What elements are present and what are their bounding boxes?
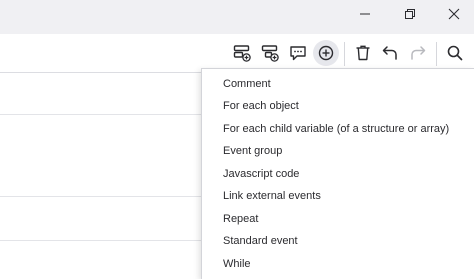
- minimize-icon: [360, 13, 370, 15]
- add-comment-button[interactable]: [285, 40, 311, 66]
- event-row-divider: [0, 114, 205, 115]
- toolbar-separator: [436, 42, 437, 66]
- search-button[interactable]: [442, 40, 468, 66]
- close-icon: [448, 8, 460, 20]
- undo-icon: [382, 46, 397, 60]
- add-comment-icon: [290, 46, 306, 61]
- menu-item-link-external-events[interactable]: Link external events: [223, 185, 321, 207]
- restore-button[interactable]: [393, 0, 427, 28]
- add-event-icon: [233, 45, 251, 62]
- menu-item-event-group[interactable]: Event group: [223, 140, 282, 162]
- delete-button[interactable]: [350, 40, 376, 66]
- event-row-divider: [0, 196, 205, 197]
- menu-item-for-each-child-variable[interactable]: For each child variable (of a structure …: [223, 118, 449, 140]
- redo-button[interactable]: [405, 40, 431, 66]
- add-other-button[interactable]: [313, 40, 339, 66]
- menu-item-javascript-code[interactable]: Javascript code: [223, 163, 299, 185]
- add-other-icon: [318, 45, 334, 61]
- delete-icon: [356, 45, 370, 61]
- add-event-button[interactable]: [229, 40, 255, 66]
- close-button[interactable]: [437, 0, 471, 28]
- menu-item-for-each-object[interactable]: For each object: [223, 95, 299, 117]
- undo-button[interactable]: [377, 40, 403, 66]
- restore-icon: [405, 9, 415, 19]
- menu-item-while[interactable]: While: [223, 253, 251, 275]
- add-sub-event-button[interactable]: [257, 40, 283, 66]
- add-event-type-menu: Comment For each object For each child v…: [201, 68, 474, 279]
- event-row-divider: [0, 240, 205, 241]
- menu-item-repeat[interactable]: Repeat: [223, 208, 258, 230]
- minimize-button[interactable]: [348, 0, 382, 28]
- redo-icon: [411, 46, 426, 60]
- window-titlebar: [0, 0, 474, 34]
- menu-item-comment[interactable]: Comment: [223, 73, 271, 95]
- menu-item-standard-event[interactable]: Standard event: [223, 230, 298, 252]
- search-icon: [447, 45, 463, 61]
- add-sub-event-icon: [261, 45, 279, 62]
- toolbar-separator: [344, 42, 345, 66]
